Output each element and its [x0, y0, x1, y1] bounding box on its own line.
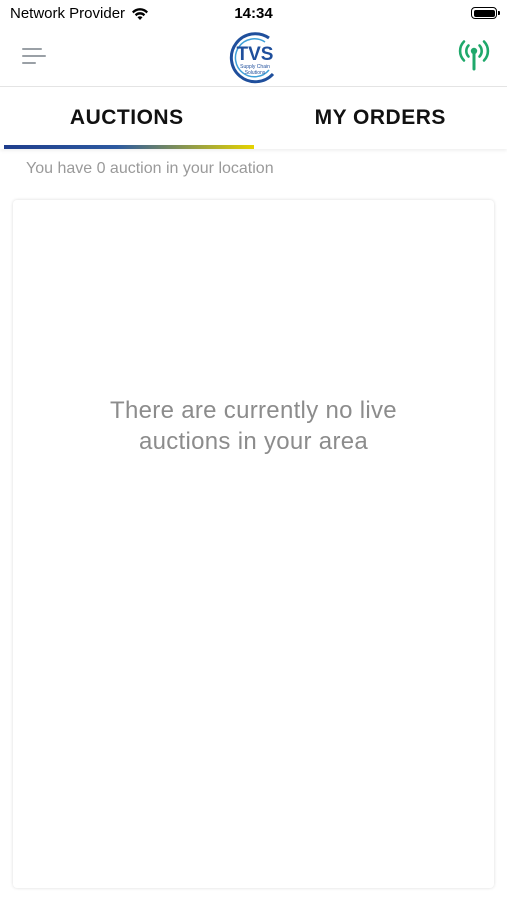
app-header: TVS Supply Chain Solutions — [0, 28, 507, 87]
menu-button[interactable] — [22, 46, 48, 68]
status-time: 14:34 — [234, 5, 273, 22]
menu-icon-line — [22, 62, 36, 64]
logo-subtext: Solutions — [245, 70, 266, 76]
menu-icon-line — [22, 48, 42, 50]
empty-state-message: There are currently no live auctions in … — [53, 395, 454, 457]
tab-auctions[interactable]: AUCTIONS — [0, 87, 254, 149]
auction-count-text: You have 0 auction in your location — [26, 160, 274, 177]
broadcast-icon[interactable] — [457, 38, 491, 72]
tab-bar: AUCTIONS MY ORDERS — [0, 87, 507, 149]
tab-my-orders[interactable]: MY ORDERS — [254, 87, 507, 149]
empty-state-line: auctions in your area — [138, 428, 369, 455]
battery-icon — [471, 7, 500, 19]
tvs-logo: TVS Supply Chain Solutions — [229, 32, 275, 84]
empty-state-line: There are currently no live — [110, 397, 397, 424]
status-bar: Network Provider 14:34 — [0, 0, 507, 28]
auctions-list-card: There are currently no live auctions in … — [13, 200, 494, 888]
logo-text: TVS — [237, 44, 274, 65]
menu-icon-line — [22, 55, 46, 57]
